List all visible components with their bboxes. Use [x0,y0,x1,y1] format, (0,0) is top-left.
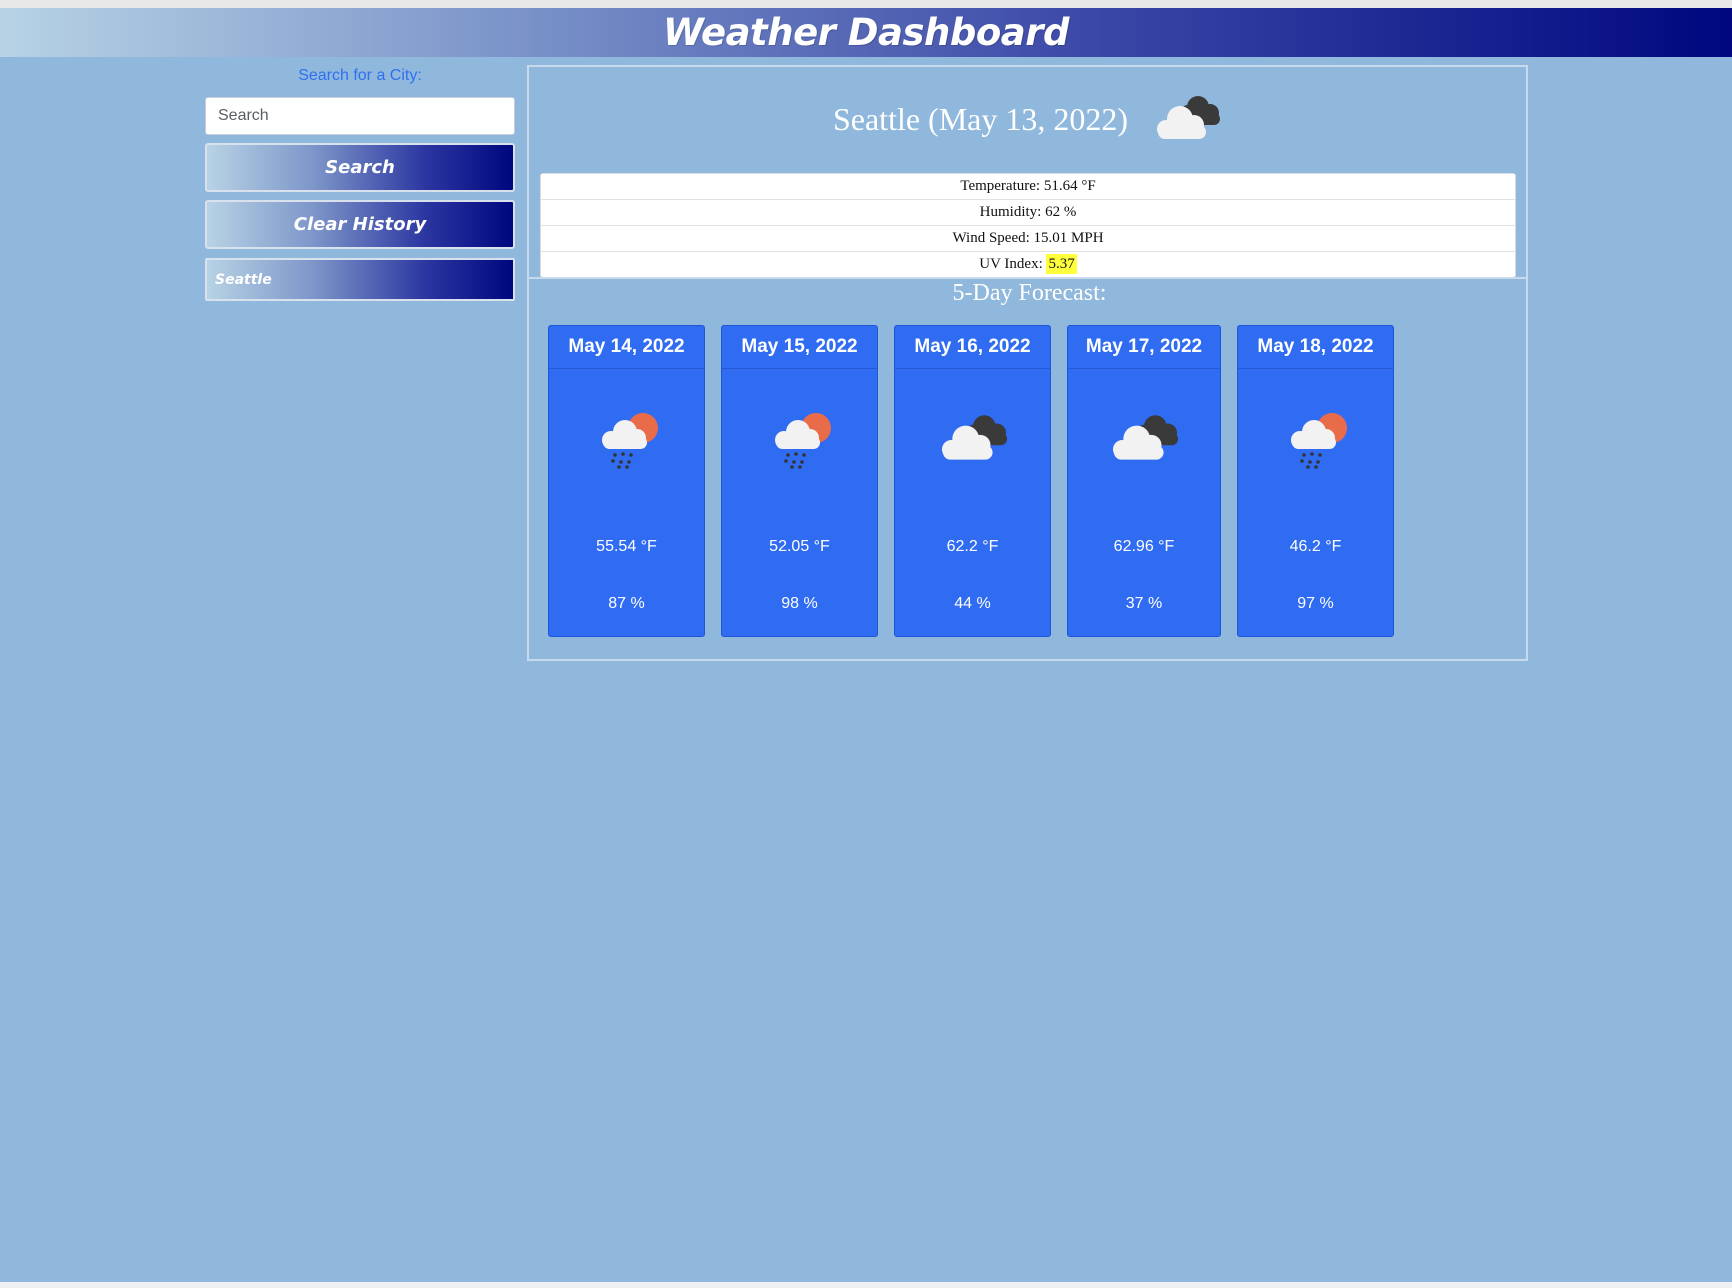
forecast-card: May 14, 2022 55.54 °F 87 % [548,325,705,637]
forecast-temperature: 62.2 °F [946,538,999,555]
current-weather-header: Seattle (May 13, 2022) [529,89,1530,149]
rain-sun-cloud-icon [766,408,838,470]
section-divider [527,277,1528,279]
humidity-row: Humidity: 62 % [541,200,1515,226]
temperature-row: Temperature: 51.64 °F [541,174,1515,200]
forecast-temperature: 52.05 °F [769,538,830,555]
forecast-title: 5-Day Forecast: [952,280,1107,306]
search-label: Search for a City: [298,67,422,84]
forecast-humidity: 44 % [954,595,991,612]
bottom-strip [0,1282,1732,1288]
browser-top-strip [0,0,1732,8]
forecast-date: May 18, 2022 [1238,326,1393,369]
uv-index-badge: 5.37 [1046,254,1077,274]
weather-panel: Seattle (May 13, 2022) Temperature: 51.6… [527,65,1528,661]
forecast-date: May 15, 2022 [722,326,877,369]
forecast-card: May 17, 2022 62.96 °F 37 % [1067,325,1221,637]
forecast-date: May 14, 2022 [549,326,704,369]
forecast-card: May 18, 2022 46.2 °F 97 % [1237,325,1394,637]
history-item-seattle[interactable]: Seattle [205,258,515,301]
forecast-card: May 15, 2022 52.05 °F 98 % [721,325,878,637]
wind-speed-row: Wind Speed: 15.01 MPH [541,226,1515,252]
current-city-title: Seattle (May 13, 2022) [832,100,1129,137]
dark-cloud-icon [1102,408,1188,470]
forecast-date: May 17, 2022 [1068,326,1220,369]
uv-index-row: UV Index: 5.37 [541,252,1515,277]
app-header: Weather Dashboard [0,8,1732,57]
forecast-humidity: 37 % [1125,595,1163,612]
sidebar: Search for a City: Search Clear History … [205,65,515,301]
search-button[interactable]: Search [205,143,515,192]
dark-cloud-icon [931,408,1017,470]
dark-cloud-icon [1150,89,1226,149]
forecast-temperature: 46.2 °F [1289,538,1342,555]
app-title: Weather Dashboard [663,11,1069,54]
forecast-humidity: 98 % [781,595,818,612]
current-weather-details: Temperature: 51.64 °F Humidity: 62 % Win… [540,173,1516,278]
forecast-date: May 16, 2022 [895,326,1050,369]
clear-history-button[interactable]: Clear History [205,200,515,249]
rain-sun-cloud-icon [593,408,665,470]
forecast-card: May 16, 2022 62.2 °F 44 % [894,325,1051,637]
forecast-temperature: 62.96 °F [1113,538,1175,555]
uv-index-label: UV Index: [979,256,1047,272]
forecast-humidity: 97 % [1297,595,1334,612]
page: Weather Dashboard Search for a City: Sea… [0,8,1732,1288]
city-search-input[interactable] [205,97,515,135]
rain-sun-cloud-icon [1282,408,1354,470]
forecast-humidity: 87 % [608,595,645,612]
forecast-temperature: 55.54 °F [596,538,657,555]
